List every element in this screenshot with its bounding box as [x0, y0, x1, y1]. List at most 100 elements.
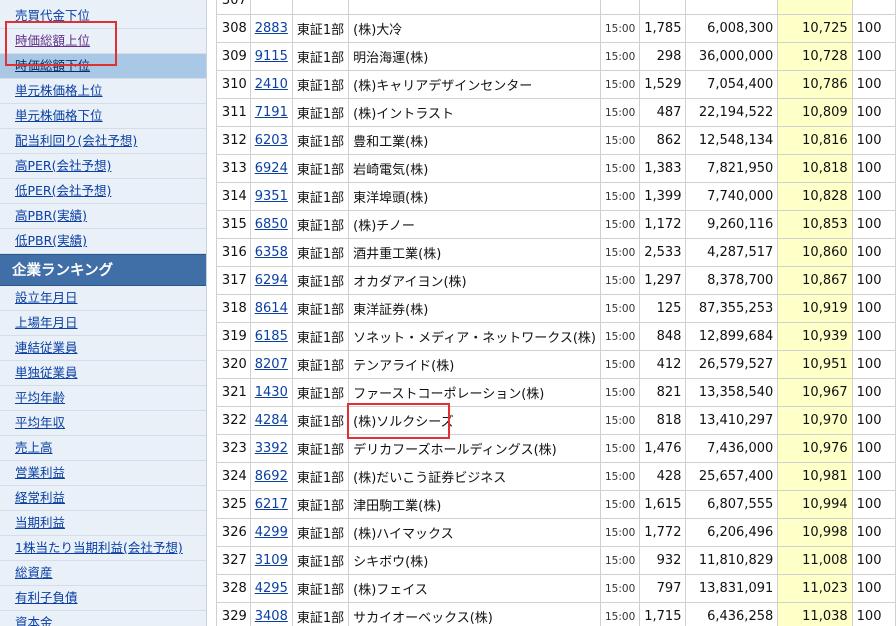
- company-name: (株)ハイマックス: [348, 518, 601, 547]
- stock-code-link[interactable]: 9351: [255, 189, 288, 204]
- sidebar-item-top-9-link[interactable]: 低PBR(実績): [15, 233, 87, 248]
- sidebar-item-top-4[interactable]: 単元株価格下位: [0, 104, 206, 129]
- stock-code-link[interactable]: 4299: [255, 525, 288, 540]
- stock-code-link[interactable]: 7191: [255, 105, 288, 120]
- stock-code-link[interactable]: 8207: [255, 357, 288, 372]
- sidebar-item-bottom-9-link[interactable]: 当期利益: [15, 515, 65, 530]
- sidebar-item-top-7[interactable]: 低PER(会社予想): [0, 179, 206, 204]
- sidebar-item-top-6-link[interactable]: 高PER(会社予想): [15, 158, 111, 173]
- shares-cell: 7,054,400: [685, 70, 779, 99]
- stock-code-link[interactable]: 6924: [255, 161, 288, 176]
- rank-cell: 317: [216, 266, 251, 295]
- sidebar-item-bottom-11-link[interactable]: 総資産: [15, 565, 53, 580]
- sidebar-item-bottom-6[interactable]: 売上高: [0, 436, 206, 461]
- sidebar-item-bottom-11[interactable]: 総資産: [0, 561, 206, 586]
- sidebar-item-bottom-2-link[interactable]: 連結従業員: [15, 340, 78, 355]
- rank-cell: 323: [216, 434, 251, 463]
- sidebar-item-bottom-8[interactable]: 経常利益: [0, 486, 206, 511]
- time-cell: 15:00: [599, 70, 641, 99]
- code-link: 8207: [249, 350, 293, 379]
- time-cell: 15:00: [599, 210, 641, 239]
- market-cell: 東証1部: [291, 210, 350, 239]
- stock-code-link[interactable]: 9115: [255, 49, 288, 64]
- sidebar-item-bottom-13[interactable]: 資本金: [0, 611, 206, 626]
- stock-code-link[interactable]: 6203: [255, 133, 288, 148]
- code-link: 6294: [249, 266, 293, 295]
- stock-code-link[interactable]: 3408: [255, 609, 288, 624]
- sidebar-item-bottom-6-link[interactable]: 売上高: [15, 440, 53, 455]
- stock-code-link[interactable]: 3109: [255, 553, 288, 568]
- sidebar-item-top-2-link[interactable]: 時価総額下位: [15, 58, 90, 73]
- market-cell: 東証1部: [291, 406, 350, 435]
- code-link: 2410: [249, 70, 293, 99]
- time-cell: 15:00: [599, 154, 641, 183]
- sidebar-item-bottom-4-link[interactable]: 平均年齢: [15, 390, 65, 405]
- sidebar-item-top-1-link[interactable]: 時価総額上位: [15, 33, 90, 48]
- sidebar-item-bottom-0-link[interactable]: 設立年月日: [15, 290, 78, 305]
- sidebar-item-bottom-12[interactable]: 有利子負債: [0, 586, 206, 611]
- sidebar-item-top-7-link[interactable]: 低PER(会社予想): [15, 183, 111, 198]
- sidebar-item-bottom-1-link[interactable]: 上場年月日: [15, 315, 78, 330]
- company-name: オカダアイヨン(株): [348, 266, 601, 295]
- sidebar-item-bottom-5-link[interactable]: 平均年収: [15, 415, 65, 430]
- market-cap-cell: 10,976: [777, 434, 853, 463]
- sidebar-item-bottom-13-link[interactable]: 資本金: [15, 615, 53, 626]
- sidebar-item-top-1[interactable]: 時価総額上位: [0, 29, 206, 54]
- stock-code-link[interactable]: 8614: [255, 301, 288, 316]
- sidebar-item-bottom-12-link[interactable]: 有利子負債: [15, 590, 78, 605]
- sidebar-item-bottom-10-link[interactable]: 1株当たり当期利益(会社予想): [15, 540, 183, 555]
- code-link: 1430: [249, 378, 293, 407]
- sidebar-item-bottom-4[interactable]: 平均年齢: [0, 386, 206, 411]
- sidebar-item-top-2[interactable]: 時価総額下位: [0, 54, 206, 79]
- stock-code-link[interactable]: 4295: [255, 581, 288, 596]
- shares-cell: 6,008,300: [685, 14, 779, 43]
- sidebar-item-top-8[interactable]: 高PBR(実績): [0, 204, 206, 229]
- next-col-cell: 100: [851, 322, 896, 351]
- ranking-table-container[interactable]: 307 308 2883 東証1部 (株)大冷 15:00 1,785 6,008,300 10…: [216, 0, 896, 626]
- sidebar-item-top-8-link[interactable]: 高PBR(実績): [15, 208, 87, 223]
- sidebar-item-bottom-0[interactable]: 設立年月日: [0, 286, 206, 311]
- sidebar-item-top-3-link[interactable]: 単元株価格上位: [15, 83, 103, 98]
- stock-code-link[interactable]: 4284: [255, 413, 288, 428]
- sidebar-item-top-4-link[interactable]: 単元株価格下位: [15, 108, 103, 123]
- stock-code-link[interactable]: 1430: [255, 385, 288, 400]
- sidebar-item-bottom-8-link[interactable]: 経常利益: [15, 490, 65, 505]
- stock-code-link[interactable]: 6217: [255, 497, 288, 512]
- sidebar-item-top-9[interactable]: 低PBR(実績): [0, 229, 206, 254]
- rank-cell: 322: [216, 406, 251, 435]
- sidebar-item-bottom-3-link[interactable]: 単独従業員: [15, 365, 78, 380]
- stock-code-link[interactable]: 2410: [255, 77, 288, 92]
- sidebar-item-top-3[interactable]: 単元株価格上位: [0, 79, 206, 104]
- sidebar-item-bottom-9[interactable]: 当期利益: [0, 511, 206, 536]
- sidebar-item-top-5-link[interactable]: 配当利回り(会社予想): [15, 133, 137, 148]
- sidebar-item-bottom-7[interactable]: 営業利益: [0, 461, 206, 486]
- code-link: 3109: [249, 546, 293, 575]
- market-cell: 東証1部: [291, 294, 350, 323]
- sidebar-item-bottom-7-link[interactable]: 営業利益: [15, 465, 65, 480]
- sidebar-item-bottom-1[interactable]: 上場年月日: [0, 311, 206, 336]
- market-cell: 東証1部: [291, 350, 350, 379]
- sidebar-item-top-0-link[interactable]: 売買代金下位: [15, 8, 90, 23]
- stock-code-link[interactable]: 2883: [255, 21, 288, 36]
- sidebar-item-top-5[interactable]: 配当利回り(会社予想): [0, 129, 206, 154]
- market-cell: 東証1部: [291, 182, 350, 211]
- stock-code-link[interactable]: 3392: [255, 441, 288, 456]
- market-cell: 東証1部: [291, 434, 350, 463]
- market-cell: 東証1部: [291, 462, 350, 491]
- table-row: 317 6294 東証1部 オカダアイヨン(株) 15:00 1,297 8,378,700…: [216, 266, 896, 295]
- sidebar-item-bottom-2[interactable]: 連結従業員: [0, 336, 206, 361]
- rank-cell: 311: [216, 98, 251, 127]
- table-row: 312 6203 東証1部 豊和工業(株) 15:00 862 12,548,134 10,8…: [216, 126, 896, 155]
- stock-code-link[interactable]: 8692: [255, 469, 288, 484]
- stock-code-link[interactable]: 6850: [255, 217, 288, 232]
- sidebar-item-top-6[interactable]: 高PER(会社予想): [0, 154, 206, 179]
- stock-code-link[interactable]: 6358: [255, 245, 288, 260]
- sidebar-item-top-0[interactable]: 売買代金下位: [0, 4, 206, 29]
- code-link: [249, 0, 293, 15]
- sidebar-item-bottom-3[interactable]: 単独従業員: [0, 361, 206, 386]
- sidebar-item-bottom-10[interactable]: 1株当たり当期利益(会社予想): [0, 536, 206, 561]
- stock-code-link[interactable]: 6294: [255, 273, 288, 288]
- stock-code-link[interactable]: 6185: [255, 329, 288, 344]
- sidebar-item-bottom-5[interactable]: 平均年収: [0, 411, 206, 436]
- market-cell: 東証1部: [291, 378, 350, 407]
